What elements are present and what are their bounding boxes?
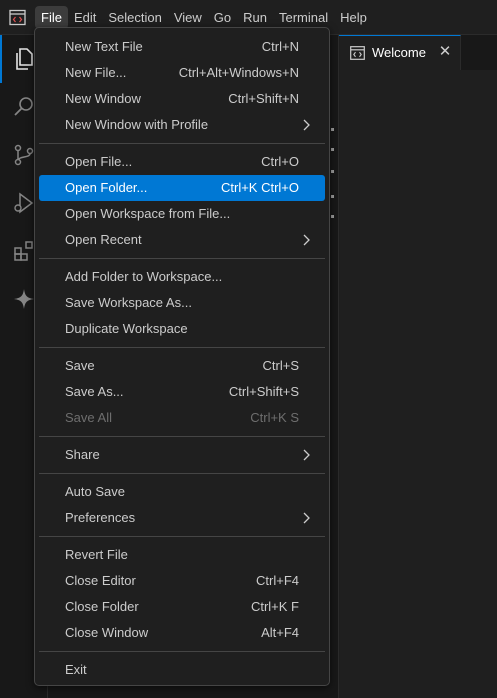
menu-item-label: Close Editor — [65, 573, 136, 588]
menu-item-label: Preferences — [65, 510, 136, 525]
menu-item-shortcut: Ctrl+K F — [250, 599, 299, 614]
menu-item-close-editor[interactable]: Close Editor Ctrl+F4 — [39, 568, 325, 594]
close-icon[interactable]: ✕ — [437, 43, 453, 61]
menu-item-open-file[interactable]: Open File... Ctrl+O — [39, 149, 325, 175]
chevron-right-icon — [303, 512, 310, 524]
menu-item-label: Open File... — [65, 154, 133, 169]
menu-run[interactable]: Run — [237, 6, 273, 29]
menu-view[interactable]: View — [168, 6, 208, 29]
menu-item-save-all[interactable]: Save All Ctrl+K S — [39, 405, 325, 431]
app-icon — [9, 9, 26, 26]
menu-item-shortcut: Ctrl+Shift+S — [228, 384, 299, 399]
menu-item-new-text-file[interactable]: New Text File Ctrl+N — [39, 34, 325, 60]
menu-item-label: Close Window — [65, 625, 149, 640]
vscode-icon — [350, 46, 365, 60]
menu-separator — [39, 258, 325, 259]
menu-item-label: Duplicate Workspace — [65, 321, 188, 336]
editor-area — [339, 70, 497, 698]
menu-item-save-as[interactable]: Save As... Ctrl+Shift+S — [39, 379, 325, 405]
menu-separator — [39, 436, 325, 437]
menu-item-label: Open Folder... — [65, 180, 148, 195]
menu-item-label: Share — [65, 447, 100, 462]
scroll-marker — [331, 215, 334, 218]
menu-item-revert-file[interactable]: Revert File — [39, 542, 325, 568]
menu-bar: File Edit Selection View Go Run Terminal Help — [35, 6, 373, 29]
menu-item-label: New Text File — [65, 39, 143, 54]
menu-item-label: Save As... — [65, 384, 124, 399]
menu-item-label: Exit — [65, 662, 87, 677]
menu-item-label: New Window with Profile — [65, 117, 209, 132]
menu-item-open-folder[interactable]: Open Folder... Ctrl+K Ctrl+O — [39, 175, 325, 201]
menu-item-shortcut: Ctrl+K S — [250, 410, 299, 425]
menu-item-label: New File... — [65, 65, 127, 80]
menu-separator — [39, 473, 325, 474]
menu-separator — [39, 143, 325, 144]
menu-item-preferences[interactable]: Preferences — [39, 505, 325, 531]
menu-separator — [39, 347, 325, 348]
menu-item-label: Save — [65, 358, 95, 373]
menu-edit[interactable]: Edit — [68, 6, 102, 29]
menu-item-new-window[interactable]: New Window Ctrl+Shift+N — [39, 86, 325, 112]
menu-item-close-folder[interactable]: Close Folder Ctrl+K F — [39, 594, 325, 620]
menu-item-shortcut: Ctrl+K Ctrl+O — [220, 180, 299, 195]
menu-item-label: Open Recent — [65, 232, 142, 247]
menu-selection[interactable]: Selection — [102, 6, 167, 29]
menu-item-save-workspace-as[interactable]: Save Workspace As... — [39, 290, 325, 316]
menu-item-label: Close Folder — [65, 599, 139, 614]
menu-item-save[interactable]: Save Ctrl+S — [39, 353, 325, 379]
scroll-marker — [331, 128, 334, 131]
menu-item-label: New Window — [65, 91, 141, 106]
menu-item-open-recent[interactable]: Open Recent — [39, 227, 325, 253]
chevron-right-icon — [303, 119, 310, 131]
menu-item-duplicate-workspace[interactable]: Duplicate Workspace — [39, 316, 325, 342]
scroll-marker — [331, 195, 334, 198]
menu-item-label: Add Folder to Workspace... — [65, 269, 223, 284]
menu-item-shortcut: Alt+F4 — [261, 625, 299, 640]
menu-file[interactable]: File — [35, 6, 68, 29]
tab-welcome[interactable]: Welcome ✕ — [339, 35, 461, 70]
menu-item-shortcut: Ctrl+N — [261, 39, 299, 54]
menu-item-new-file[interactable]: New File... Ctrl+Alt+Windows+N — [39, 60, 325, 86]
menu-item-label: Revert File — [65, 547, 128, 562]
scroll-marker — [331, 148, 334, 151]
menu-item-shortcut: Ctrl+Alt+Windows+N — [178, 65, 299, 80]
menu-item-close-window[interactable]: Close Window Alt+F4 — [39, 620, 325, 646]
menu-terminal[interactable]: Terminal — [273, 6, 334, 29]
menu-item-label: Save All — [65, 410, 112, 425]
menu-item-shortcut: Ctrl+O — [261, 154, 299, 169]
chevron-right-icon — [303, 449, 310, 461]
menu-go[interactable]: Go — [208, 6, 237, 29]
menu-item-exit[interactable]: Exit — [39, 657, 325, 683]
scroll-marker — [331, 170, 334, 173]
chevron-right-icon — [303, 234, 310, 246]
menu-separator — [39, 536, 325, 537]
menu-item-label: Open Workspace from File... — [65, 206, 231, 221]
menu-item-auto-save[interactable]: Auto Save — [39, 479, 325, 505]
menu-separator — [39, 651, 325, 652]
menu-item-shortcut: Ctrl+Shift+N — [228, 91, 299, 106]
menu-item-shortcut: Ctrl+F4 — [256, 573, 299, 588]
menu-item-share[interactable]: Share — [39, 442, 325, 468]
menu-item-label: Auto Save — [65, 484, 125, 499]
menu-item-open-workspace-from-file[interactable]: Open Workspace from File... — [39, 201, 325, 227]
menu-item-shortcut: Ctrl+S — [262, 358, 299, 373]
menu-item-label: Save Workspace As... — [65, 295, 192, 310]
tab-label: Welcome — [372, 45, 426, 60]
menu-help[interactable]: Help — [334, 6, 373, 29]
menu-item-add-folder-to-workspace[interactable]: Add Folder to Workspace... — [39, 264, 325, 290]
file-menu-dropdown: New Text File Ctrl+N New File... Ctrl+Alt+W… — [34, 27, 330, 686]
menu-item-new-window-with-profile[interactable]: New Window with Profile — [39, 112, 325, 138]
